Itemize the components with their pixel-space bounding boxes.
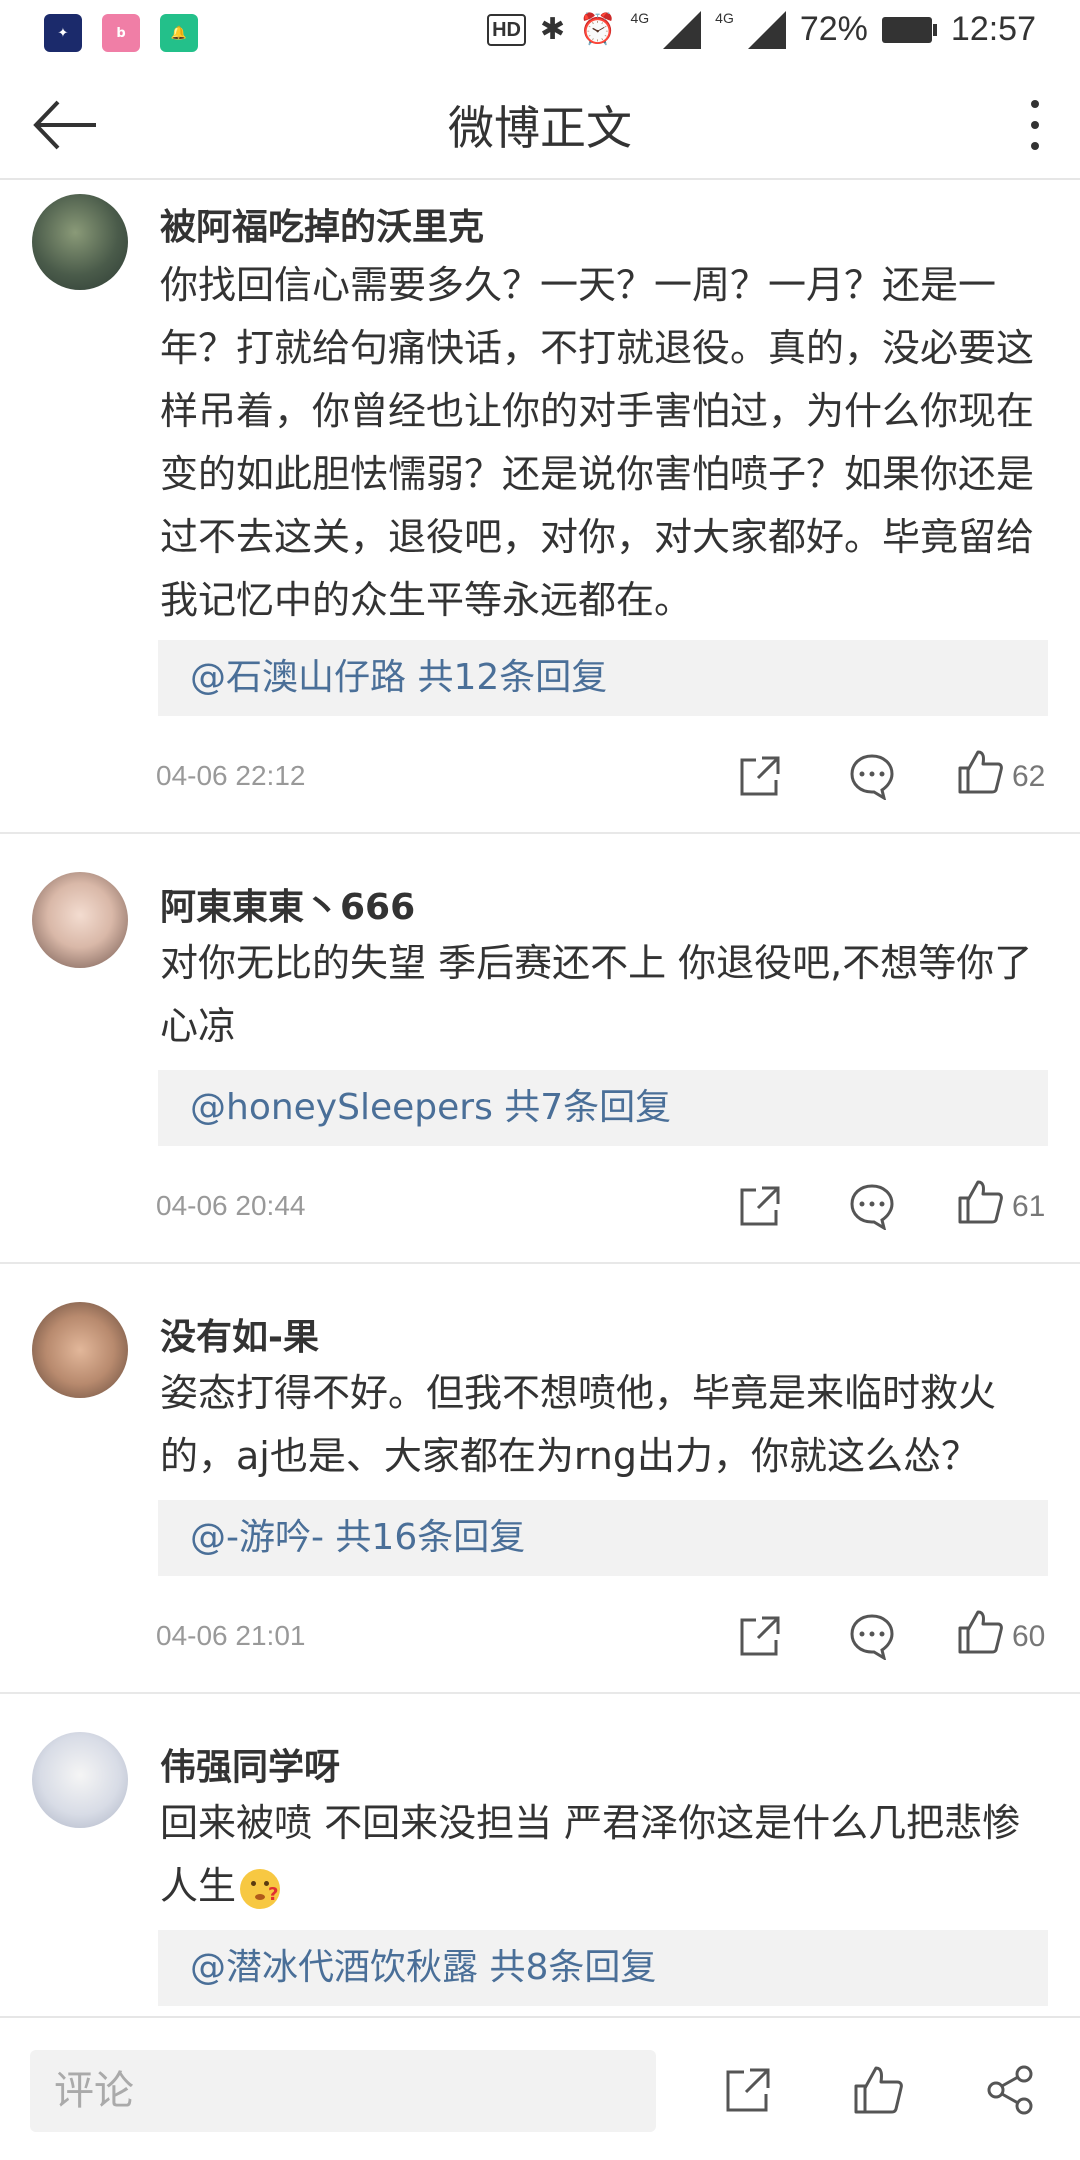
comment-author[interactable]: 伟强同学呀 [160,1738,340,1790]
battery-percent: 72% [799,10,868,48]
share-icon[interactable] [736,752,784,800]
like-icon[interactable] [956,1178,1004,1226]
battery-icon [881,16,937,43]
alarm-icon: ⏰ [579,13,617,46]
reply-preview[interactable]: @石澳山仔路 共12条回复 [158,640,1048,716]
reply-preview[interactable]: @-游吟- 共16条回复 [158,1500,1048,1576]
network-label-2: 4G [715,10,734,26]
divider [0,832,1080,834]
avatar[interactable] [32,1732,128,1828]
comment-icon[interactable] [848,1612,896,1660]
hd-indicator: HD [487,13,526,46]
notification-app-icon: 🔔 [160,14,198,52]
reply-preview[interactable]: @honeySleepers 共7条回复 [158,1070,1048,1146]
clock: 12:57 [950,10,1036,48]
nav-bar: 微博正文 [0,64,1080,180]
signal-icon-2 [747,10,786,49]
like-count: 60 [1012,1620,1046,1653]
signal-icon-1 [663,10,702,49]
share-icon[interactable] [736,1612,784,1660]
avatar[interactable] [32,1302,128,1398]
comment-time: 04-06 21:01 [156,1620,306,1651]
comment-icon[interactable] [848,1182,896,1230]
like-icon[interactable] [956,1608,1004,1656]
avatar[interactable] [32,194,128,290]
network-label-1: 4G [630,10,650,26]
bilibili-app-icon: b [102,14,140,52]
divider [0,1692,1080,1694]
comment-time: 04-06 22:12 [156,760,306,791]
like-icon[interactable] [852,2064,904,2116]
share-icon[interactable] [984,2064,1036,2116]
avatar[interactable] [32,872,128,968]
comment-input[interactable]: 评论 [30,2050,656,2132]
reply-preview[interactable]: @潜冰代酒饮秋露 共8条回复 [158,1930,1048,2006]
comment-author[interactable]: 阿東東東丶666 [160,878,415,930]
comment-text: 姿态打得不好。但我不想喷他，毕竟是来临时救火的，aj也是、大家都在为rng出力，… [160,1371,997,1478]
more-options-icon[interactable] [1020,90,1050,160]
share-icon[interactable] [736,1182,784,1230]
comment-author[interactable]: 没有如-果 [160,1308,319,1360]
comment-time: 04-06 20:44 [156,1190,306,1221]
confused-emoji-icon: ? [240,1868,281,1909]
comment-icon[interactable] [848,752,896,800]
comment-text: 你找回信心需要多久？一天？一周？一月？还是一年？打就给句痛快话，不打就退役。真的… [160,263,1035,622]
page-title: 微博正文 [448,101,632,155]
like-count: 62 [1012,760,1046,793]
comment-text: 对你无比的失望 季后赛还不上 你退役吧,不想等你了 心凉 [160,941,1033,1048]
divider [0,1262,1080,1264]
repost-icon[interactable] [722,2064,774,2116]
comment-author[interactable]: 被阿福吃掉的沃里克 [160,198,484,250]
like-icon[interactable] [956,748,1004,796]
status-bar: ✦ b 🔔 HD ✱ ⏰ 4G 4G 72% 12:57 [0,0,1080,64]
comment-text: 回来被喷 不回来没担当 严君泽你这是什么几把悲惨人生? [160,1801,1021,1909]
bluetooth-icon: ✱ [539,13,566,46]
lol-app-icon: ✦ [44,14,82,52]
like-count: 61 [1012,1190,1046,1223]
bottom-bar: 评论 [0,2016,1080,2160]
